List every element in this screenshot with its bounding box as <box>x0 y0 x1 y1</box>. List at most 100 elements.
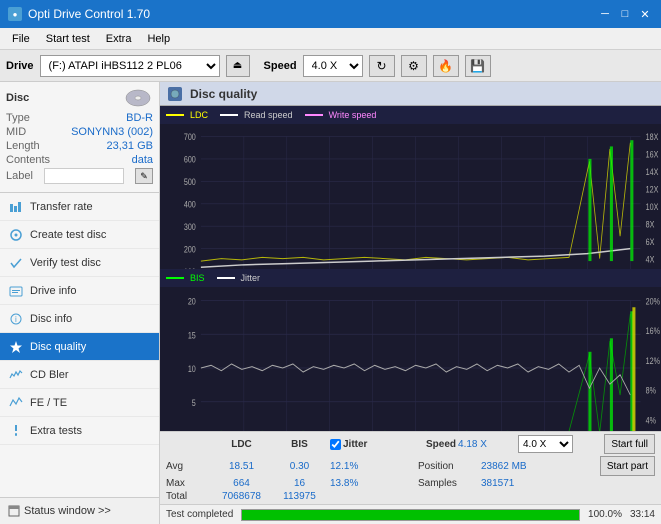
chart-header-icon <box>168 87 182 101</box>
maximize-button[interactable]: □ <box>617 6 633 22</box>
chart-title: Disc quality <box>190 87 257 101</box>
svg-text:20: 20 <box>188 296 196 307</box>
disc-quality-label: Disc quality <box>30 341 86 353</box>
avg-speed-value: 4.18 X <box>458 439 487 450</box>
avg-ldc: 18.51 <box>214 461 269 472</box>
menu-help[interactable]: Help <box>139 31 178 47</box>
sidebar-item-fe-te[interactable]: FE / TE <box>0 389 159 417</box>
contents-key: Contents <box>6 154 50 166</box>
samples-value: 381571 <box>481 478 514 489</box>
svg-text:200: 200 <box>184 245 196 255</box>
type-key: Type <box>6 112 30 124</box>
menu-file[interactable]: File <box>4 31 38 47</box>
max-row-label: Max <box>166 478 206 489</box>
extra-tests-icon <box>8 423 24 439</box>
transfer-rate-label: Transfer rate <box>30 201 93 213</box>
svg-text:4X: 4X <box>646 255 655 265</box>
mid-key: MID <box>6 126 26 138</box>
drive-select[interactable]: (F:) ATAPI iHBS112 2 PL06 <box>40 55 220 77</box>
svg-text:300: 300 <box>184 222 196 232</box>
fe-te-label: FE / TE <box>30 397 67 409</box>
save-button[interactable]: 💾 <box>465 55 491 77</box>
burn-button[interactable]: 🔥 <box>433 55 459 77</box>
sidebar-item-verify-test-disc[interactable]: Verify test disc <box>0 249 159 277</box>
extra-tests-label: Extra tests <box>30 425 82 437</box>
status-complete-bar: Test completed 100.0% 33:14 <box>160 504 661 524</box>
bis-legend: BIS <box>166 273 205 283</box>
sidebar-item-disc-info[interactable]: i Disc info <box>0 305 159 333</box>
menu-extra[interactable]: Extra <box>98 31 140 47</box>
transfer-rate-icon <box>8 199 24 215</box>
cd-bler-icon <box>8 367 24 383</box>
bis-legend-label: BIS <box>190 273 205 283</box>
app-icon: ● <box>8 7 22 21</box>
eject-button[interactable]: ⏏ <box>226 55 250 77</box>
progress-bar-outer <box>241 509 580 521</box>
ldc-legend-label: LDC <box>190 110 208 120</box>
start-full-button[interactable]: Start full <box>604 434 655 454</box>
svg-text:400: 400 <box>184 200 196 210</box>
titlebar: ● Opti Drive Control 1.70 ─ □ ✕ <box>0 0 661 28</box>
menu-start-test[interactable]: Start test <box>38 31 98 47</box>
verify-test-disc-icon <box>8 255 24 271</box>
speed-select-stats[interactable]: 4.0 X <box>518 435 573 453</box>
top-chart-svg: 700 600 500 400 300 200 100 18X 16X 14X … <box>160 124 661 286</box>
drive-label: Drive <box>6 60 34 72</box>
svg-text:4%: 4% <box>646 414 657 425</box>
drivebar: Drive (F:) ATAPI iHBS112 2 PL06 ⏏ Speed … <box>0 50 661 82</box>
mid-value: SONYNN3 (002) <box>71 126 153 138</box>
speed-label: Speed <box>264 60 297 72</box>
max-ldc: 664 <box>214 478 269 489</box>
sidebar-item-disc-quality[interactable]: Disc quality <box>0 333 159 361</box>
avg-row-label: Avg <box>166 461 206 472</box>
refresh-button[interactable]: ↻ <box>369 55 395 77</box>
top-chart: LDC Read speed Write speed <box>160 106 661 269</box>
disc-quality-icon <box>8 339 24 355</box>
status-window-text: Status window >> <box>24 505 111 517</box>
sidebar-item-extra-tests[interactable]: Extra tests <box>0 417 159 445</box>
total-bis: 113975 <box>277 491 322 502</box>
svg-text:i: i <box>15 315 17 324</box>
bis-col-header: BIS <box>277 439 322 450</box>
sidebar-item-drive-info[interactable]: Drive info <box>0 277 159 305</box>
drive-info-label: Drive info <box>30 285 76 297</box>
stats-bar: LDC BIS Jitter Speed 4.18 X 4.0 X Start … <box>160 431 661 504</box>
position-label: Position <box>418 461 473 472</box>
max-jitter: 13.8% <box>330 478 410 489</box>
cd-bler-label: CD Bler <box>30 369 69 381</box>
completed-label: Test completed <box>166 509 233 520</box>
sidebar-item-create-test-disc[interactable]: Create test disc <box>0 221 159 249</box>
length-value: 23,31 GB <box>107 140 153 152</box>
jitter-checkbox[interactable] <box>330 439 341 450</box>
verify-test-disc-label: Verify test disc <box>30 257 101 269</box>
svg-text:8%: 8% <box>646 385 657 396</box>
max-bis: 16 <box>277 478 322 489</box>
start-part-button[interactable]: Start part <box>600 456 655 476</box>
minimize-button[interactable]: ─ <box>597 6 613 22</box>
speed-select[interactable]: 4.0 X <box>303 55 363 77</box>
disc-icon <box>123 88 153 108</box>
close-button[interactable]: ✕ <box>637 6 653 22</box>
svg-text:10X: 10X <box>646 202 659 212</box>
total-row-label: Total <box>166 491 206 502</box>
svg-text:18X: 18X <box>646 133 659 143</box>
create-test-disc-label: Create test disc <box>30 229 106 241</box>
svg-text:20%: 20% <box>646 296 661 307</box>
bottom-chart: BIS Jitter <box>160 269 661 431</box>
fe-te-icon <box>8 395 24 411</box>
svg-text:500: 500 <box>184 177 196 187</box>
label-edit-button[interactable]: ✎ <box>135 168 153 184</box>
elapsed-time: 33:14 <box>630 509 655 520</box>
sidebar-item-cd-bler[interactable]: CD Bler <box>0 361 159 389</box>
label-input[interactable] <box>44 168 124 184</box>
charts-area: LDC Read speed Write speed <box>160 106 661 431</box>
svg-text:8X: 8X <box>646 220 655 230</box>
read-speed-legend-label: Read speed <box>244 110 293 120</box>
settings-button[interactable]: ⚙ <box>401 55 427 77</box>
sidebar-item-transfer-rate[interactable]: Transfer rate <box>0 193 159 221</box>
disc-info-label: Disc info <box>30 313 72 325</box>
chart-header: Disc quality <box>160 82 661 106</box>
status-window-button[interactable]: Status window >> <box>0 498 159 524</box>
main-layout: Disc Type BD-R MID SONYNN3 (002) Length … <box>0 82 661 524</box>
speed-col-header: Speed <box>426 439 456 450</box>
